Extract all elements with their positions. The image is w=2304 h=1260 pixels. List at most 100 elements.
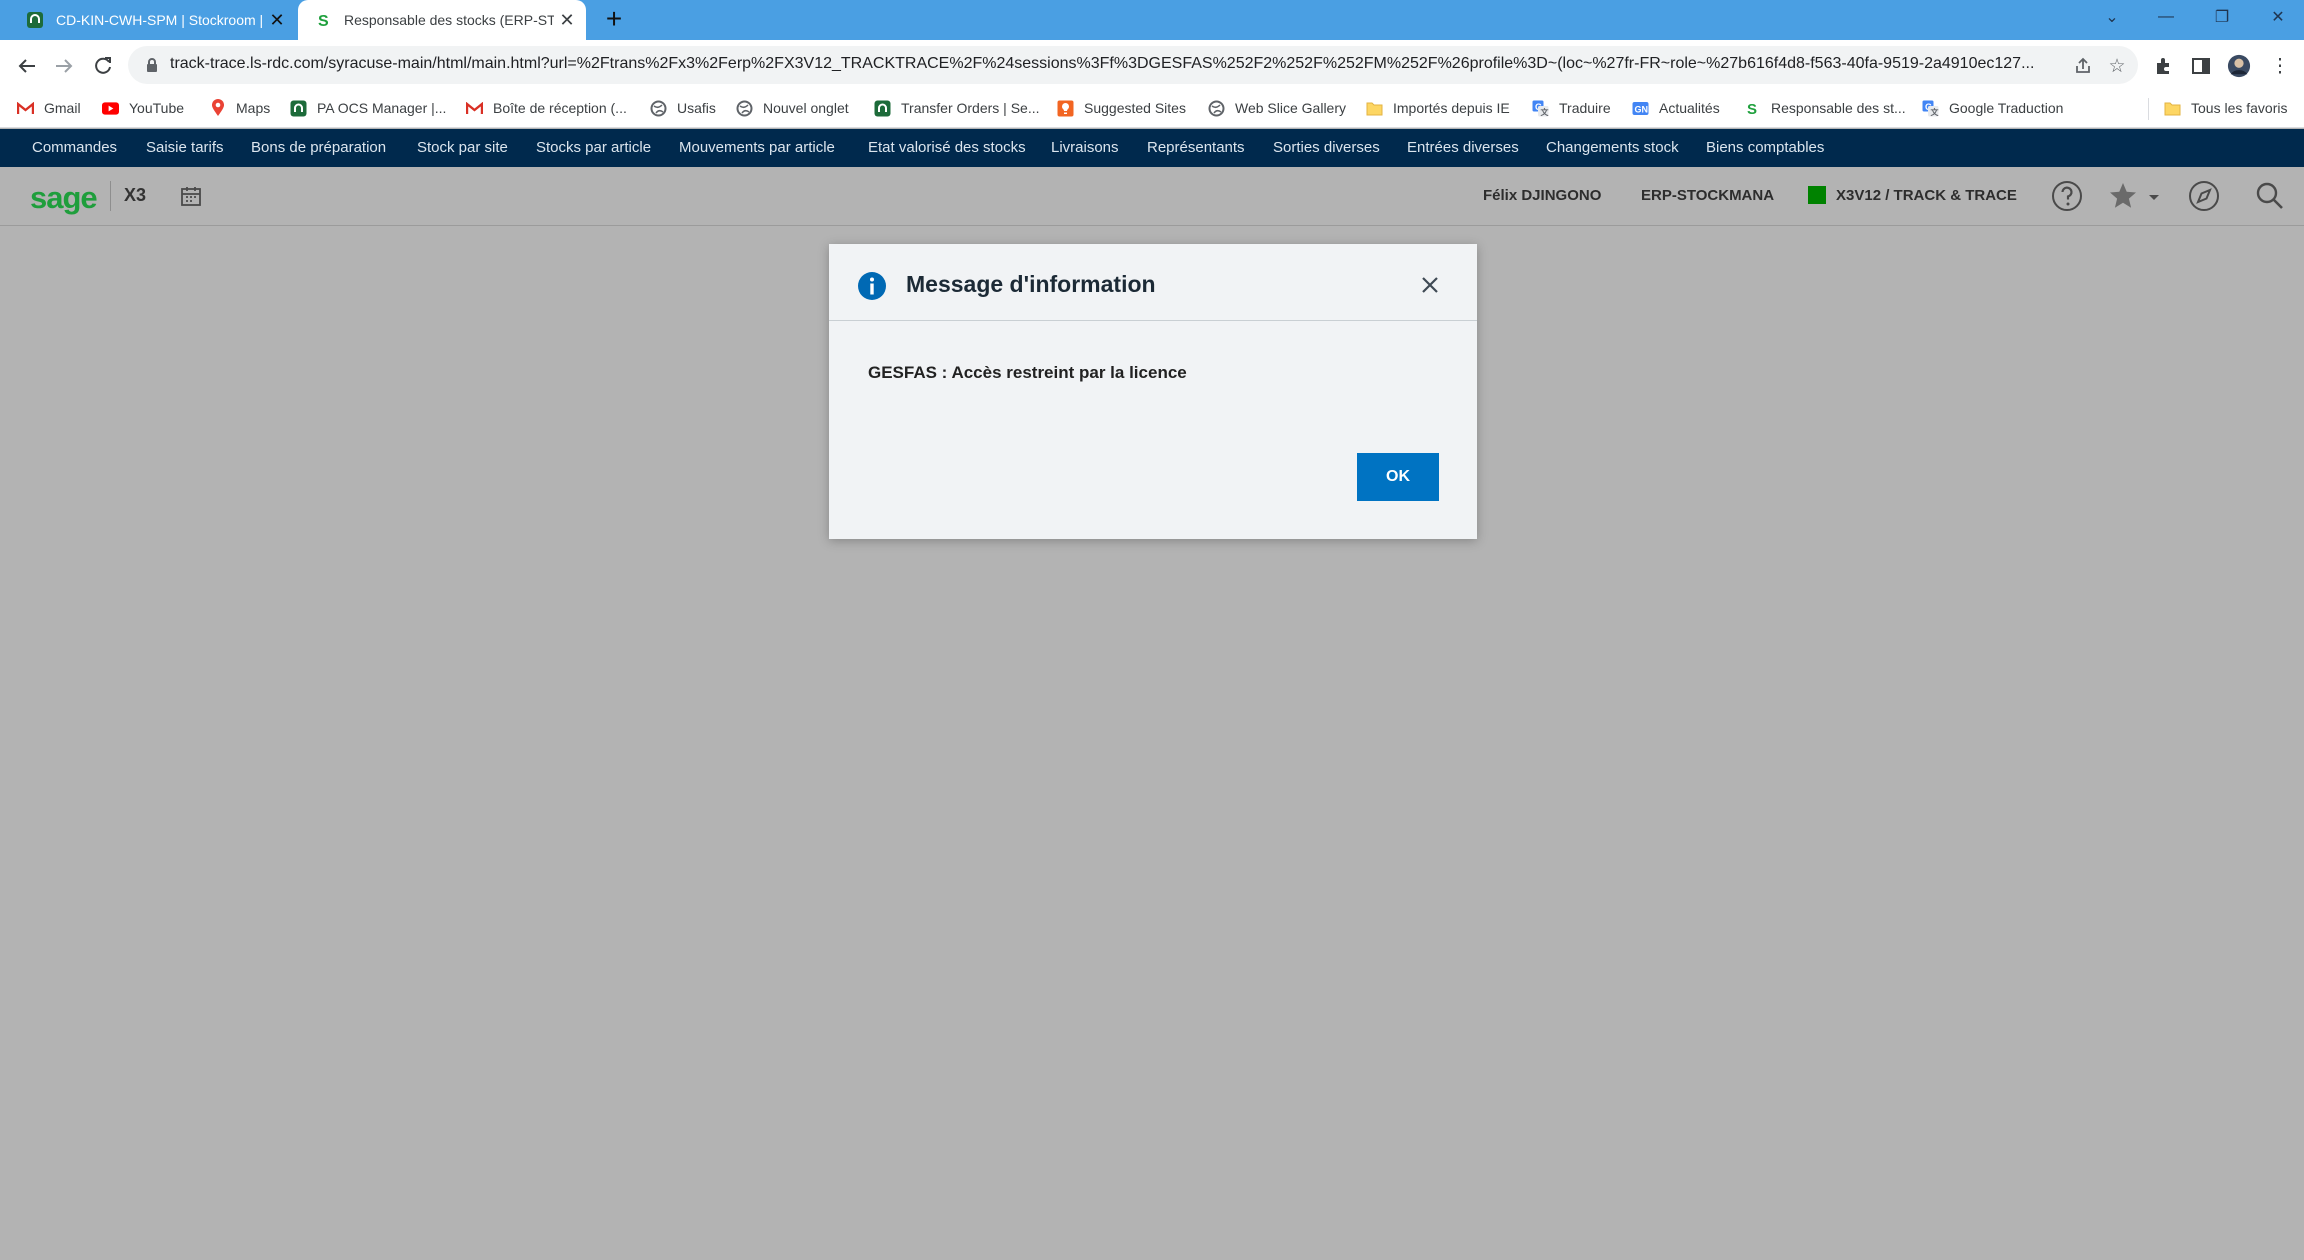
dialog-header: Message d'information bbox=[829, 244, 1477, 321]
tab-search-chevron-icon[interactable]: ⌄ bbox=[2084, 0, 2140, 34]
bookmark-importes-ie[interactable]: Importés depuis IE bbox=[1366, 96, 1510, 120]
menu-item-etat-valorise[interactable]: Etat valorisé des stocks bbox=[868, 139, 1026, 156]
tab-title: Responsable des stocks (ERP-STC bbox=[344, 12, 554, 28]
restore-icon[interactable]: ❐ bbox=[2194, 0, 2250, 34]
bookmark-transfer-orders[interactable]: Transfer Orders | Se... bbox=[874, 96, 1040, 120]
folder-icon bbox=[2164, 100, 2181, 117]
bookmark-google-traduction[interactable]: G文 Google Traduction bbox=[1922, 96, 2063, 120]
product-name: X3 bbox=[124, 185, 147, 205]
folder-color-badge bbox=[1808, 186, 1826, 204]
minimize-icon[interactable]: — bbox=[2138, 0, 2194, 34]
browser-toolbar: track-trace.ls-rdc.com/syracuse-main/htm… bbox=[0, 40, 2304, 90]
bookmark-gmail[interactable]: Gmail bbox=[17, 96, 81, 120]
sage-s-icon: S bbox=[1744, 100, 1761, 117]
sage-function-menu: Commandes Saisie tarifs Bons de préparat… bbox=[0, 129, 2304, 167]
bookmark-youtube[interactable]: YouTube bbox=[102, 96, 184, 120]
share-icon[interactable] bbox=[2072, 55, 2094, 77]
ok-button[interactable]: OK bbox=[1357, 453, 1439, 501]
bookmark-actualites[interactable]: GN Actualités bbox=[1632, 96, 1720, 120]
ocs-green-icon bbox=[26, 11, 44, 29]
sage-header: sage X3 Félix DJINGONO ERP-STOCKMANA X3V… bbox=[0, 167, 2304, 226]
ocs-icon bbox=[290, 100, 307, 117]
bookmark-usafis[interactable]: Usafis bbox=[650, 96, 716, 120]
information-dialog: Message d'information GESFAS : Accès res… bbox=[829, 244, 1477, 539]
svg-text:文: 文 bbox=[1541, 107, 1550, 117]
bookmark-maps[interactable]: Maps bbox=[209, 96, 270, 120]
menu-item-stocks-par-article[interactable]: Stocks par article bbox=[536, 139, 651, 156]
folder-icon bbox=[1366, 100, 1383, 117]
svg-text:GN: GN bbox=[1635, 104, 1649, 114]
tab-title: CD-KIN-CWH-SPM | Stockroom | bbox=[56, 12, 264, 28]
endpoint-folder[interactable]: X3V12 / TRACK & TRACE bbox=[1836, 187, 2017, 204]
search-icon[interactable] bbox=[2253, 179, 2287, 213]
menu-item-stock-par-site[interactable]: Stock par site bbox=[417, 139, 508, 156]
menu-item-sorties-diverses[interactable]: Sorties diverses bbox=[1273, 139, 1380, 156]
forward-icon[interactable] bbox=[50, 52, 78, 80]
menu-item-bons-preparation[interactable]: Bons de préparation bbox=[251, 139, 386, 156]
bookmark-pa-ocs-manager[interactable]: PA OCS Manager |... bbox=[290, 96, 446, 120]
url-text: track-trace.ls-rdc.com/syracuse-main/htm… bbox=[170, 55, 2035, 72]
reload-icon[interactable] bbox=[89, 52, 117, 80]
help-icon[interactable] bbox=[2050, 179, 2084, 213]
bookmark-boite-reception[interactable]: Boîte de réception (... bbox=[466, 96, 627, 120]
browser-tab-stockroom[interactable]: CD-KIN-CWH-SPM | Stockroom | ✕ bbox=[10, 0, 296, 40]
window-close-icon[interactable]: ✕ bbox=[2250, 0, 2304, 34]
extensions-icon[interactable] bbox=[2151, 54, 2175, 78]
bookmarks-divider bbox=[2148, 98, 2149, 120]
menu-item-biens-comptables[interactable]: Biens comptables bbox=[1706, 139, 1824, 156]
bookmark-nouvel-onglet[interactable]: Nouvel onglet bbox=[736, 96, 849, 120]
suggested-sites-icon bbox=[1057, 100, 1074, 117]
user-role[interactable]: ERP-STOCKMANA bbox=[1641, 187, 1774, 204]
menu-item-changements-stock[interactable]: Changements stock bbox=[1546, 139, 1679, 156]
calendar-icon[interactable] bbox=[180, 185, 202, 207]
bookmark-traduire[interactable]: G文 Traduire bbox=[1532, 96, 1611, 120]
menu-item-mouvements-par-article[interactable]: Mouvements par article bbox=[679, 139, 835, 156]
globe-icon bbox=[736, 100, 753, 117]
maps-pin-icon bbox=[209, 99, 226, 117]
menu-item-representants[interactable]: Représentants bbox=[1147, 139, 1245, 156]
address-bar[interactable]: track-trace.ls-rdc.com/syracuse-main/htm… bbox=[128, 46, 2138, 84]
bookmarks-bar: Gmail YouTube Maps PA OCS Manager |... B… bbox=[0, 90, 2304, 128]
bookmark-suggested-sites[interactable]: Suggested Sites bbox=[1057, 96, 1186, 120]
bookmark-web-slice-gallery[interactable]: Web Slice Gallery bbox=[1208, 96, 1346, 120]
dialog-close-icon[interactable] bbox=[1415, 270, 1445, 300]
tab-close-icon[interactable]: ✕ bbox=[554, 7, 580, 33]
lock-icon bbox=[146, 57, 158, 73]
browser-tab-strip: CD-KIN-CWH-SPM | Stockroom | ✕ S Respons… bbox=[0, 0, 2304, 40]
sage-logo[interactable]: sage bbox=[30, 180, 98, 216]
svg-text:S: S bbox=[1747, 101, 1757, 117]
side-panel-icon[interactable] bbox=[2189, 54, 2213, 78]
menu-item-livraisons[interactable]: Livraisons bbox=[1051, 139, 1119, 156]
youtube-icon bbox=[102, 100, 119, 117]
dialog-message: GESFAS : Accès restreint par la licence bbox=[868, 363, 1187, 382]
bookmark-star-icon[interactable]: ☆ bbox=[2106, 55, 2128, 77]
gmail-icon bbox=[466, 100, 483, 117]
globe-icon bbox=[1208, 100, 1225, 117]
svg-text:文: 文 bbox=[1931, 107, 1940, 117]
tab-close-icon[interactable]: ✕ bbox=[264, 7, 290, 33]
globe-icon bbox=[650, 100, 667, 117]
profile-avatar[interactable] bbox=[2227, 54, 2251, 78]
bookmark-responsable-stocks[interactable]: S Responsable des st... bbox=[1744, 96, 1906, 120]
back-icon[interactable] bbox=[13, 52, 41, 80]
new-tab-button[interactable]: + bbox=[600, 5, 628, 34]
gmail-icon bbox=[17, 100, 34, 117]
menu-item-entrees-diverses[interactable]: Entrées diverses bbox=[1407, 139, 1519, 156]
dialog-title: Message d'information bbox=[906, 271, 1156, 297]
favorites-dropdown-caret-icon[interactable] bbox=[2146, 189, 2162, 205]
menu-item-commandes[interactable]: Commandes bbox=[32, 139, 117, 156]
user-name[interactable]: Félix DJINGONO bbox=[1483, 187, 1601, 204]
favorites-star-icon[interactable] bbox=[2106, 179, 2140, 213]
ocs-icon bbox=[874, 100, 891, 117]
svg-text:S: S bbox=[318, 13, 329, 29]
translate-icon: G文 bbox=[1922, 100, 1939, 117]
bookmark-tous-les-favoris[interactable]: Tous les favoris bbox=[2164, 96, 2287, 120]
menu-item-saisie-tarifs[interactable]: Saisie tarifs bbox=[146, 139, 224, 156]
info-icon bbox=[857, 271, 887, 301]
sage-s-icon: S bbox=[314, 11, 332, 29]
header-divider bbox=[110, 181, 111, 211]
navigation-compass-icon[interactable] bbox=[2187, 179, 2221, 213]
browser-menu-icon[interactable]: ⋮ bbox=[2268, 54, 2292, 78]
translate-icon: G文 bbox=[1532, 100, 1549, 117]
browser-tab-responsable[interactable]: S Responsable des stocks (ERP-STC ✕ bbox=[298, 0, 586, 40]
